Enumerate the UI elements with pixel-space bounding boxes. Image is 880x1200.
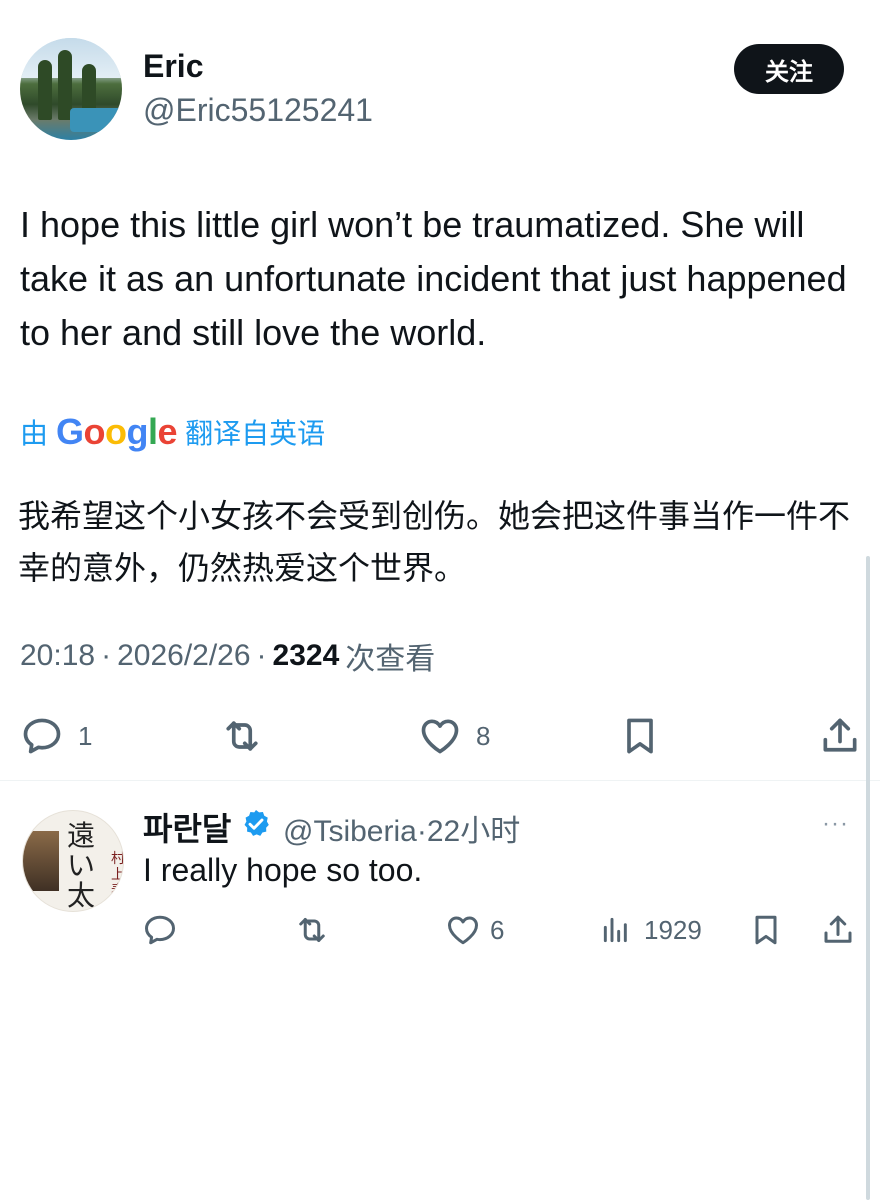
reply-handle-line: @Tsiberia·22小时 bbox=[283, 806, 520, 850]
retweet-icon bbox=[299, 918, 325, 942]
heart-icon bbox=[421, 719, 459, 754]
translation-attribution[interactable]: 由 Google 翻译自英语 bbox=[20, 411, 326, 452]
author-avatar[interactable] bbox=[20, 38, 122, 140]
tweet-text: I hope this little girl won’t be traumat… bbox=[20, 204, 847, 353]
avatar-pool bbox=[70, 108, 122, 132]
follow-button[interactable]: 关注 bbox=[734, 44, 844, 94]
retweet-button[interactable] bbox=[218, 714, 266, 758]
reply-bookmark-button[interactable] bbox=[748, 912, 784, 948]
translate-suffix: 翻译自英语 bbox=[185, 418, 326, 449]
bookmark-icon bbox=[627, 718, 653, 754]
view-count: 2324 bbox=[272, 639, 340, 672]
more-options-icon[interactable]: ··· bbox=[822, 810, 849, 838]
reply-author-handle[interactable]: @Tsiberia bbox=[283, 815, 417, 848]
reply-icon bbox=[145, 915, 175, 945]
author-handle[interactable]: @Eric55125241 bbox=[143, 92, 373, 129]
author-name[interactable]: Eric bbox=[143, 48, 203, 85]
like-count: 8 bbox=[476, 720, 491, 751]
reply-views-count: 1929 bbox=[644, 914, 702, 945]
retweet-icon bbox=[226, 721, 258, 751]
reply-time[interactable]: 22小时 bbox=[427, 815, 520, 848]
reply-reply-button[interactable] bbox=[142, 912, 178, 948]
reply-views-button[interactable]: 1929 bbox=[600, 912, 702, 948]
avatar-palm bbox=[38, 60, 52, 120]
google-logo: Google bbox=[56, 411, 178, 452]
translated-text: 我希望这个小女孩不会受到创伤。她会把这件事当作一件不幸的意外，仍然热爱这个世界。 bbox=[18, 498, 851, 586]
reply-author-avatar[interactable]: 遠い太鼓 村上春樹 bbox=[22, 810, 124, 912]
share-button[interactable] bbox=[818, 714, 862, 758]
tweet-date[interactable]: 2026/2/26 bbox=[117, 639, 250, 673]
divider bbox=[0, 780, 880, 781]
bookmark-button[interactable] bbox=[618, 714, 662, 758]
scrollbar[interactable] bbox=[866, 556, 870, 1200]
reply-text: I really hope so too. bbox=[143, 852, 423, 888]
avatar-book-author: 村上春樹 bbox=[111, 851, 124, 912]
reply-like-button[interactable]: 6 bbox=[444, 912, 504, 948]
avatar-image bbox=[23, 831, 59, 891]
bookmark-icon bbox=[755, 915, 777, 945]
tweet-meta: 20:18 · 2026/2/26 · 2324 次查看 bbox=[20, 634, 435, 678]
reply-retweet-button[interactable] bbox=[292, 912, 332, 948]
avatar-book-title: 遠い太鼓 bbox=[67, 819, 96, 912]
reply-like-count: 6 bbox=[490, 914, 505, 945]
reply-author-name[interactable]: 파란달 bbox=[143, 804, 231, 850]
views-bar-chart-icon bbox=[603, 917, 627, 943]
reply-icon bbox=[23, 718, 61, 754]
share-icon bbox=[824, 915, 852, 943]
meta-separator: · bbox=[256, 639, 267, 672]
meta-separator: · bbox=[101, 639, 112, 672]
verified-badge-icon bbox=[244, 810, 269, 836]
reply-share-button[interactable] bbox=[820, 912, 856, 948]
translate-prefix: 由 bbox=[20, 418, 49, 449]
share-icon bbox=[823, 718, 857, 752]
view-label: 次查看 bbox=[345, 643, 436, 676]
reply-count: 1 bbox=[78, 720, 93, 751]
meta-separator: · bbox=[416, 815, 427, 848]
heart-icon bbox=[448, 916, 478, 945]
reply-button[interactable]: 1 bbox=[20, 714, 92, 758]
like-button[interactable]: 8 bbox=[418, 714, 490, 758]
tweet-time[interactable]: 20:18 bbox=[20, 639, 95, 673]
